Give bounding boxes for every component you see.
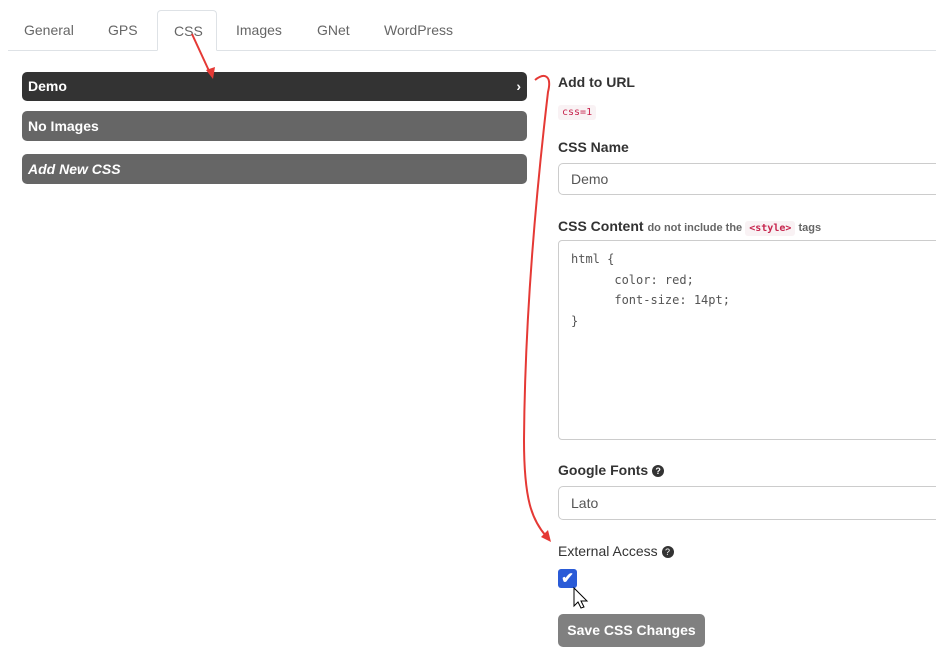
help-icon[interactable]: ? <box>652 465 665 477</box>
css-item-demo[interactable]: Demo › <box>22 72 527 101</box>
hint-code: <style> <box>745 221 796 236</box>
tab-wordpress[interactable]: WordPress <box>368 10 469 50</box>
css-name-input[interactable]: Demo <box>558 163 936 195</box>
css-content-label: CSS Content do not include the <style> t… <box>558 218 822 236</box>
css-content-textarea[interactable]: html { color: red; font-size: 14pt; } <box>558 240 936 440</box>
css-item-no-images[interactable]: No Images <box>22 111 527 141</box>
arrowhead-icon <box>541 530 551 542</box>
chevron-right-icon: › <box>516 78 521 94</box>
google-fonts-label: Google Fonts ? <box>558 462 665 478</box>
mouse-cursor-icon <box>573 586 589 609</box>
external-access-label: External Access ? <box>558 543 674 559</box>
add-to-url-value: css=1 <box>558 105 597 120</box>
tab-bar: General GPS CSS Images GNet WordPress <box>8 10 936 51</box>
css-name-label: CSS Name <box>558 139 629 155</box>
annotation-arrow-checkbox <box>522 75 551 537</box>
hint-text: do not include the <box>647 222 743 234</box>
hint-text: tags <box>798 222 822 234</box>
tab-general[interactable]: General <box>8 10 90 50</box>
tab-gnet[interactable]: GNet <box>301 10 366 50</box>
tab-images[interactable]: Images <box>220 10 298 50</box>
tab-css[interactable]: CSS <box>157 10 217 51</box>
save-css-changes-button[interactable]: Save CSS Changes <box>558 614 705 647</box>
google-fonts-input[interactable]: Lato <box>558 486 936 520</box>
external-access-checkbox[interactable]: ✔ <box>558 569 577 588</box>
css-item-label: Demo <box>28 78 67 94</box>
css-content-hint: do not include the <style> tags <box>647 221 822 236</box>
css-item-label: Add New CSS <box>28 161 121 177</box>
add-new-css-button[interactable]: Add New CSS <box>22 154 527 184</box>
external-access-title: External Access <box>558 543 658 559</box>
css-item-label: No Images <box>28 118 99 134</box>
css-content-title: CSS Content <box>558 218 644 234</box>
add-to-url-label: Add to URL <box>558 74 635 90</box>
tab-gps[interactable]: GPS <box>92 10 154 50</box>
google-fonts-title: Google Fonts <box>558 462 649 478</box>
help-icon[interactable]: ? <box>661 546 674 558</box>
